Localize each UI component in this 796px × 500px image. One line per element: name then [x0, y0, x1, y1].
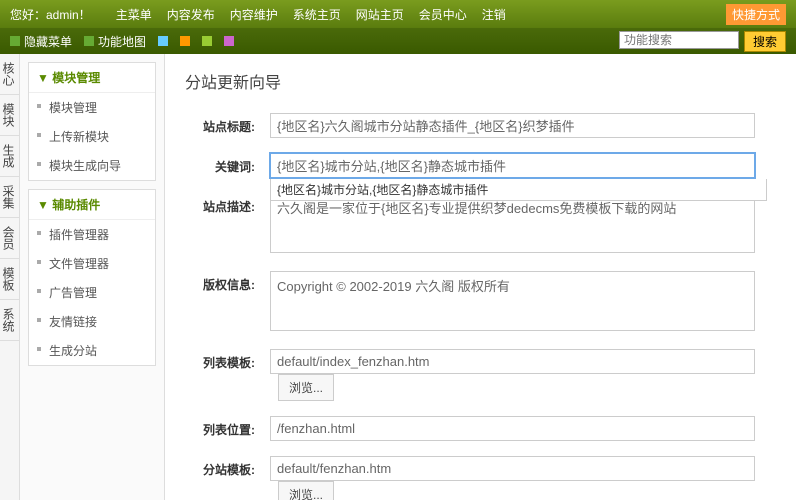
nav-maintain[interactable]: 内容维护	[230, 6, 278, 23]
nav-system[interactable]: 系统主页	[293, 6, 341, 23]
toggle-icon[interactable]	[202, 36, 212, 46]
vtab-collect[interactable]: 采集	[0, 177, 19, 218]
copyright-label: 版权信息:	[185, 271, 255, 293]
search-input[interactable]	[619, 31, 739, 49]
nav-logout[interactable]: 注销	[482, 6, 506, 23]
toolbar: 隐藏菜单 功能地图 搜索	[0, 28, 796, 54]
site-title-input[interactable]	[270, 113, 755, 138]
desc-label: 站点描述:	[185, 193, 255, 215]
browse-button[interactable]: 浏览...	[278, 374, 334, 401]
content: 分站更新向导 站点标题: 关键词: {地区名}城市分站,{地区名}静态城市插件 …	[165, 54, 796, 500]
toggle-icon[interactable]	[158, 36, 168, 46]
sidebar-item[interactable]: 广告管理	[29, 278, 155, 307]
list-tpl-label: 列表模板:	[185, 349, 255, 371]
keywords-label: 关键词:	[185, 153, 255, 175]
keywords-input[interactable]	[270, 153, 755, 178]
vtab-system[interactable]: 系统	[0, 300, 19, 341]
vtab-member[interactable]: 会员	[0, 218, 19, 259]
vtab-generate[interactable]: 生成	[0, 136, 19, 177]
quick-button[interactable]: 快捷方式	[726, 4, 786, 25]
browse-button[interactable]: 浏览...	[278, 481, 334, 500]
sidebar-item[interactable]: 生成分站	[29, 336, 155, 365]
sidebar-group-plugins[interactable]: ▼ 辅助插件	[29, 190, 155, 220]
sub-tpl-input[interactable]	[270, 456, 755, 481]
sidebar-item[interactable]: 文件管理器	[29, 249, 155, 278]
sidebar-item[interactable]: 模块管理	[29, 93, 155, 122]
nav-site[interactable]: 网站主页	[356, 6, 404, 23]
sidebar-item[interactable]: 模块生成向导	[29, 151, 155, 180]
toggle-icon[interactable]	[224, 36, 234, 46]
sidebar-item[interactable]: 上传新模块	[29, 122, 155, 151]
vtab-module[interactable]: 模块	[0, 95, 19, 136]
topbar: 您好：admin！ 主菜单 内容发布 内容维护 系统主页 网站主页 会员中心 注…	[0, 0, 796, 28]
hide-menu-link[interactable]: 隐藏菜单	[10, 33, 72, 50]
nav-member[interactable]: 会员中心	[419, 6, 467, 23]
page-title: 分站更新向导	[185, 69, 776, 93]
nav-main[interactable]: 主菜单	[116, 6, 152, 23]
list-pos-input[interactable]	[270, 416, 755, 441]
list-tpl-input[interactable]	[270, 349, 755, 374]
sidebar-group-modules[interactable]: ▼ 模块管理	[29, 63, 155, 93]
desc-textarea[interactable]: 六久阁是一家位于{地区名}专业提供织梦dedecms免费模板下载的网站	[270, 193, 755, 253]
nav-publish[interactable]: 内容发布	[167, 6, 215, 23]
keywords-suggest[interactable]: {地区名}城市分站,{地区名}静态城市插件	[270, 179, 767, 201]
list-pos-label: 列表位置:	[185, 416, 255, 438]
vtab-template[interactable]: 模板	[0, 259, 19, 300]
vtab-core[interactable]: 核心	[0, 54, 19, 95]
sitemap-link[interactable]: 功能地图	[84, 33, 146, 50]
toggle-icon[interactable]	[180, 36, 190, 46]
sidebar-item[interactable]: 友情链接	[29, 307, 155, 336]
sidebar-item[interactable]: 插件管理器	[29, 220, 155, 249]
sub-tpl-label: 分站模板:	[185, 456, 255, 478]
search-button[interactable]: 搜索	[744, 31, 786, 52]
vertical-tabs: 核心 模块 生成 采集 会员 模板 系统	[0, 54, 20, 500]
greeting: 您好：admin！	[10, 6, 91, 23]
copyright-textarea[interactable]: Copyright © 2002-2019 六久阁 版权所有	[270, 271, 755, 331]
sidebar: ▼ 模块管理 模块管理 上传新模块 模块生成向导 ▼ 辅助插件 插件管理器 文件…	[20, 54, 165, 500]
site-title-label: 站点标题:	[185, 113, 255, 135]
